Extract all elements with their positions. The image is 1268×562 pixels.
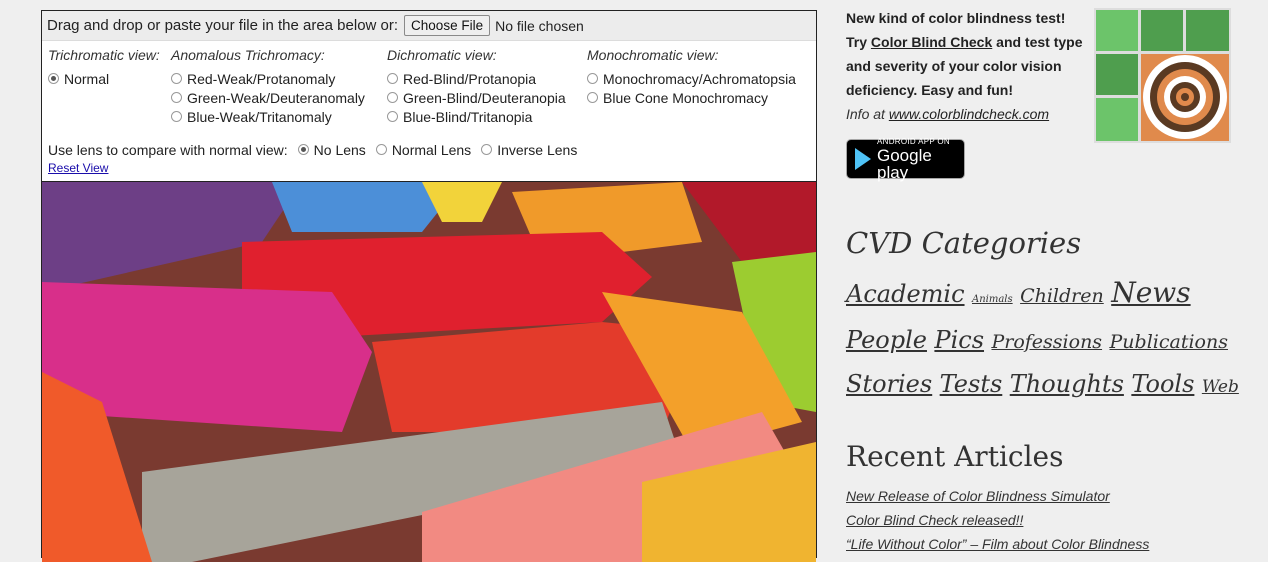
promo-info: Info at www.colorblindcheck.com [846,106,1049,122]
option-tritanopia[interactable]: Blue-Blind/Tritanopia [387,107,566,126]
option-tritanomaly[interactable]: Blue-Weak/Tritanomaly [171,107,365,126]
radio-button[interactable] [387,73,398,84]
tag-pics[interactable]: Pics [934,326,984,354]
recent-articles-list: New Release of Color Blindness Simulator… [846,484,1149,556]
column-title: Monochromatic view: [587,47,719,63]
option-label: Green-Blind/Deuteranopia [403,89,566,106]
color-blind-check-link[interactable]: Color Blind Check [871,34,992,50]
option-label: No Lens [313,141,366,158]
option-deuteranomaly[interactable]: Green-Weak/Deuteranomaly [171,88,365,107]
anomalous-column: Anomalous Trichromacy: Red-Weak/Protanom… [171,47,365,126]
google-play-big: Google play [877,145,932,182]
lens-option-no-lens[interactable]: No Lens [297,140,366,159]
recent-articles-heading: Recent Articles [846,440,1064,473]
option-label: Green-Weak/Deuteranomaly [187,89,365,106]
option-label: Blue-Blind/Tritanopia [403,108,533,125]
option-label: Normal Lens [391,141,472,158]
lens-option-normal-lens[interactable]: Normal Lens [375,140,472,159]
option-normal[interactable]: Normal [48,69,160,88]
radio-button[interactable] [171,92,182,103]
radio-button[interactable] [375,144,387,155]
color-blind-check-app-icon[interactable] [1094,8,1231,143]
tag-animals[interactable]: Animals [972,294,1013,305]
tag-stories[interactable]: Stories [846,370,932,398]
tag-children[interactable]: Children [1020,285,1104,307]
choose-file-button[interactable]: Choose File [404,15,491,36]
view-options: Trichromatic view: Normal Anomalous Tric… [42,41,816,181]
crayons-image[interactable] [42,181,816,562]
column-title: Anomalous Trichromacy: [171,47,325,63]
radio-button[interactable] [587,92,598,103]
option-protanopia[interactable]: Red-Blind/Protanopia [387,69,566,88]
monochromatic-column: Monochromatic view: Monochromacy/Achroma… [587,47,796,107]
option-label: Inverse Lens [497,141,578,158]
tag-tools[interactable]: Tools [1131,370,1194,398]
option-deuteranopia[interactable]: Green-Blind/Deuteranopia [387,88,566,107]
sidebar: New kind of color blindness test! Try Co… [846,0,1256,558]
radio-button[interactable] [481,144,493,155]
radio-button[interactable] [387,92,398,103]
tag-web[interactable]: Web [1202,377,1239,397]
lens-options: Use lens to compare with normal view: No… [48,140,577,159]
promo-text: New kind of color blindness test! Try Co… [846,6,1086,126]
recent-article-link[interactable]: “Life Without Color” – Film about Color … [846,532,1149,556]
google-play-small: ANDROID APP ON [877,136,950,146]
option-blue-cone-monochromacy[interactable]: Blue Cone Monochromacy [587,88,796,107]
lens-option-inverse-lens[interactable]: Inverse Lens [481,140,577,159]
info-prefix: Info at [846,106,889,122]
tag-tests[interactable]: Tests [940,370,1003,398]
option-label: Red-Weak/Protanomaly [187,70,336,87]
crayons-photo [42,182,816,562]
radio-button[interactable] [171,73,182,84]
color-blindness-simulator: Drag and drop or paste your file in the … [41,10,817,562]
reset-view-link[interactable]: Reset View [48,161,108,175]
radio-button[interactable] [387,111,398,122]
cvd-categories-heading: CVD Categories [846,226,1082,260]
file-drop-bar[interactable]: Drag and drop or paste your file in the … [42,11,816,41]
tag-publications[interactable]: Publications [1110,331,1228,353]
tag-thoughts[interactable]: Thoughts [1010,370,1124,398]
radio-button[interactable] [297,144,309,155]
tag-news[interactable]: News [1111,276,1190,309]
radio-button[interactable] [587,73,598,84]
google-play-icon [855,148,871,170]
tag-cloud: Academic Animals Children News People Pi… [846,272,1246,408]
tag-academic[interactable]: Academic [846,280,965,308]
tag-professions[interactable]: Professions [991,331,1102,353]
trichromatic-column: Trichromatic view: Normal [48,47,160,88]
option-achromatopsia[interactable]: Monochromacy/Achromatopsia [587,69,796,88]
option-label: Red-Blind/Protanopia [403,70,537,87]
option-label: Monochromacy/Achromatopsia [603,70,796,87]
tag-people[interactable]: People [846,326,927,354]
option-label: Blue-Weak/Tritanomaly [187,108,332,125]
column-title: Dichromatic view: [387,47,497,63]
promo-headline: New kind of color blindness test! [846,10,1066,26]
option-protanomaly[interactable]: Red-Weak/Protanomaly [171,69,365,88]
radio-button[interactable] [171,111,182,122]
google-play-badge[interactable]: ANDROID APP ON Google play [846,136,965,182]
google-play-text: ANDROID APP ON Google play [877,136,964,182]
dichromatic-column: Dichromatic view: Red-Blind/Protanopia G… [387,47,566,126]
promo-try: Try [846,34,871,50]
file-status: No file chosen [495,17,584,34]
colorblindcheck-link[interactable]: www.colorblindcheck.com [889,106,1049,122]
option-label: Normal [64,70,110,87]
radio-button[interactable] [48,73,59,84]
recent-article-link[interactable]: New Release of Color Blindness Simulator [846,484,1149,508]
recent-article-link[interactable]: Color Blind Check released!! [846,508,1149,532]
option-label: Blue Cone Monochromacy [603,89,768,106]
column-title: Trichromatic view: [48,47,160,63]
drop-label: Drag and drop or paste your file in the … [47,17,399,34]
lens-label: Use lens to compare with normal view: [48,141,288,158]
